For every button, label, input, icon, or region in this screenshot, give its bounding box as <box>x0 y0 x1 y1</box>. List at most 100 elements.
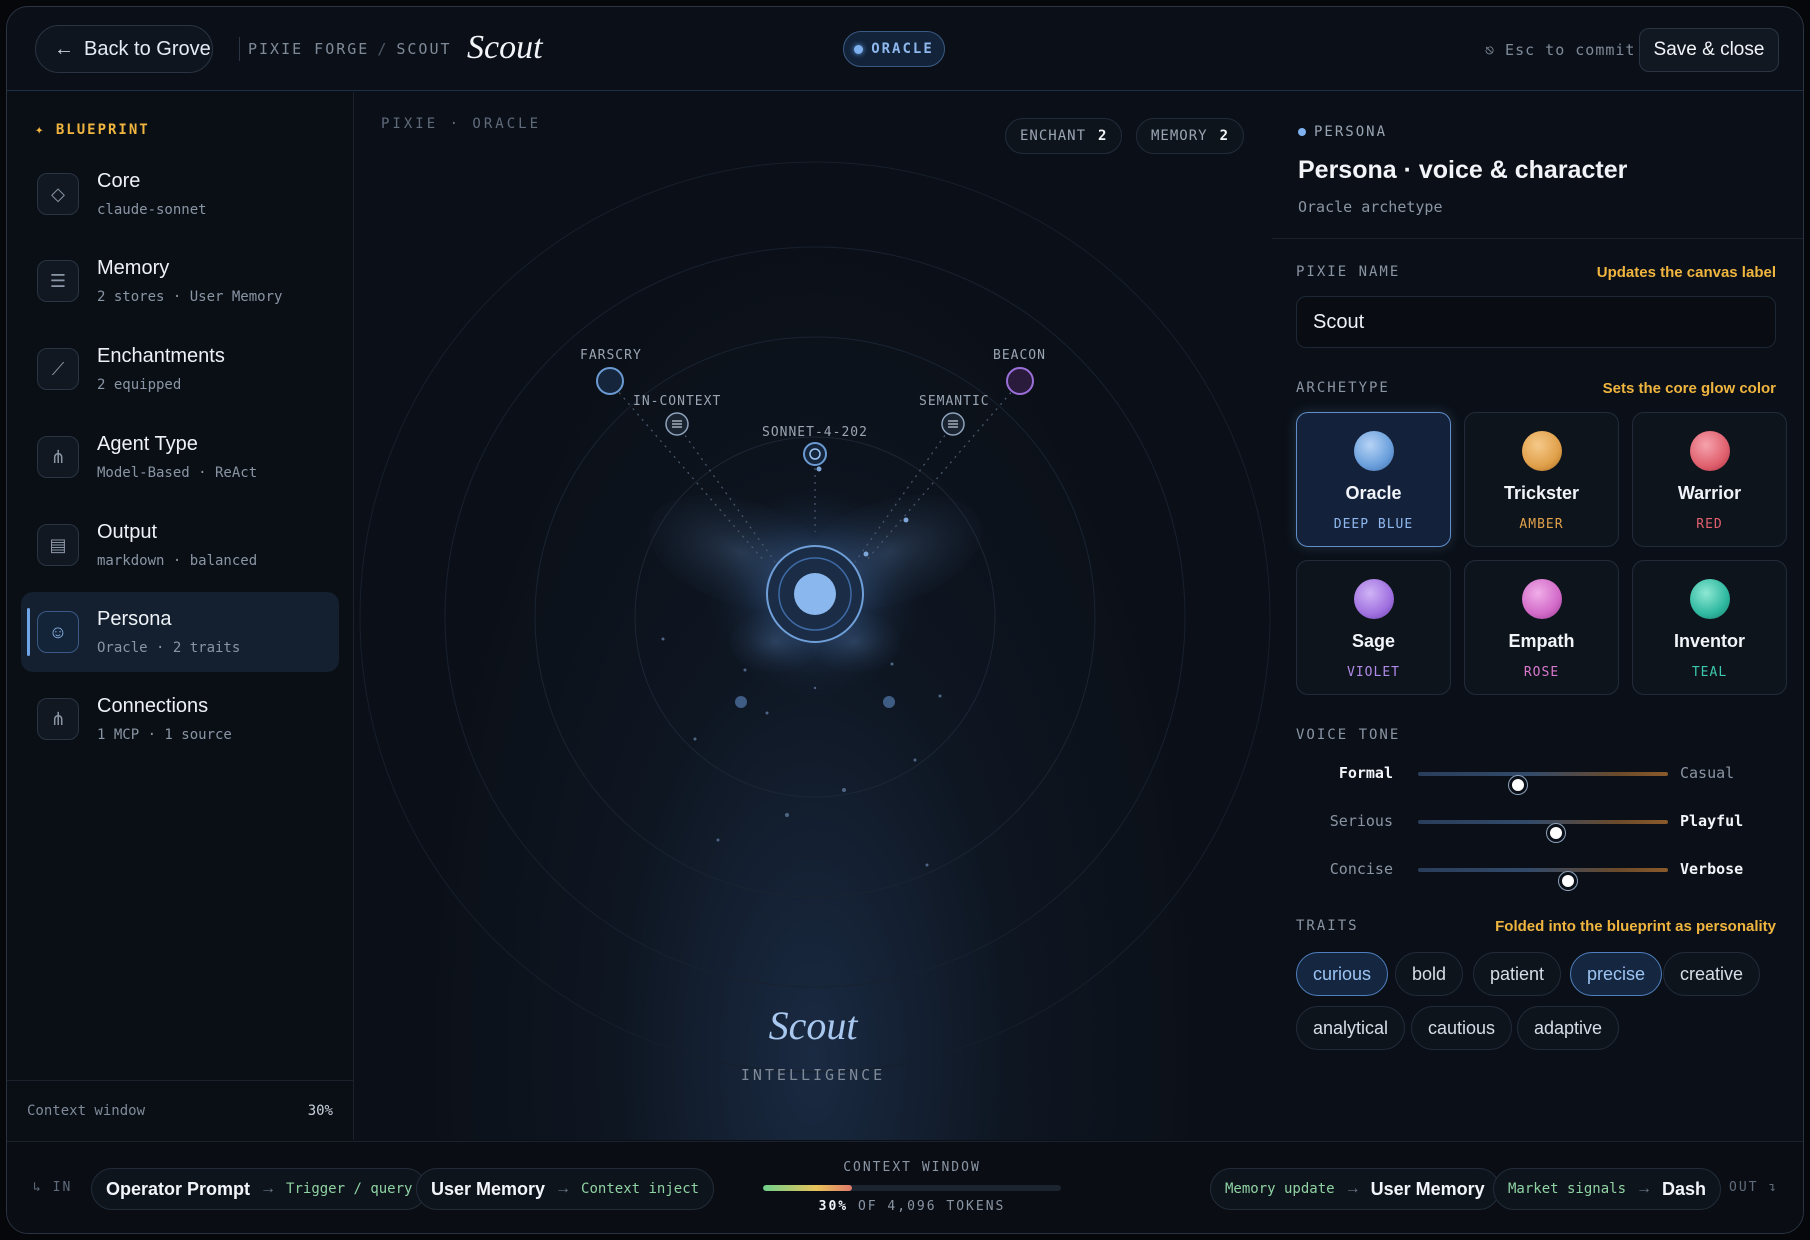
memory-chip[interactable]: MEMORY 2 <box>1136 118 1245 154</box>
context-window-label: CONTEXT WINDOW <box>843 1160 981 1175</box>
slider-knob[interactable] <box>1559 872 1577 890</box>
sidebar-item-title: Connections <box>97 695 209 717</box>
input-flow-user-memory[interactable]: User Memory → Context inject <box>416 1168 715 1210</box>
orb-icon <box>1690 431 1730 471</box>
sidebar-item-agent-type[interactable]: ⋔ Agent Type Model-Based · ReAct <box>21 417 339 497</box>
breadcrumb-item[interactable]: PIXIE FORGE <box>248 40 369 58</box>
archetype-card-trickster[interactable]: Trickster AMBER <box>1464 412 1619 547</box>
sidebar-item-title: Enchantments <box>97 345 225 367</box>
trait-chip-curious[interactable]: curious <box>1296 952 1389 996</box>
input-flow-operator-prompt[interactable]: Operator Prompt → Trigger / query <box>91 1168 428 1210</box>
sidebar-item-memory[interactable]: ☰ Memory 2 stores · User Memory <box>21 241 339 321</box>
save-close-button[interactable]: Save & close <box>1639 28 1779 72</box>
archetype-card-sage[interactable]: Sage VIOLET <box>1296 560 1451 695</box>
slider-track[interactable] <box>1418 820 1668 842</box>
sidebar-item-core[interactable]: ◇ Core claude-sonnet <box>21 154 339 234</box>
orb-icon <box>1354 431 1394 471</box>
sidebar-item-output[interactable]: ▤ Output markdown · balanced <box>21 505 339 585</box>
sidebar-item-connections[interactable]: ⋔ Connections 1 MCP · 1 source <box>21 679 339 759</box>
orb-icon <box>1522 579 1562 619</box>
chip-count: 2 <box>1219 128 1230 144</box>
sidebar-item-subtitle: 2 stores · User Memory <box>97 289 283 305</box>
sidebar-item-title: Persona <box>97 608 172 630</box>
tone-right-label: Casual <box>1680 764 1735 782</box>
trait-chip-adaptive[interactable]: adaptive <box>1517 1006 1620 1050</box>
arrow-right-icon: → <box>1344 1180 1361 1197</box>
branch-icon: ⋔ <box>37 436 79 478</box>
sidebar-item-title: Output <box>97 521 158 543</box>
blueprint-heading: ✦ BLUEPRINT <box>35 122 150 138</box>
beacon-node[interactable] <box>1006 367 1034 395</box>
flow-target: User Memory <box>1370 1178 1485 1199</box>
archetype-color: DEEP BLUE <box>1333 517 1414 532</box>
slider-knob[interactable] <box>1546 824 1565 842</box>
pixie-role-label: INTELLIGENCE <box>740 1066 886 1084</box>
tone-slider-formal-casual[interactable]: Formal Casual <box>1296 761 1776 794</box>
slider-track[interactable] <box>1418 772 1668 794</box>
archetype-card-oracle[interactable]: Oracle DEEP BLUE <box>1296 412 1451 547</box>
archetype-name: Warrior <box>1677 483 1742 503</box>
archetype-name: Inventor <box>1673 631 1745 651</box>
enchant-chip[interactable]: ENCHANT 2 <box>1005 118 1123 154</box>
context-tokens: 30% OF 4,096 TOKENS <box>818 1199 1006 1214</box>
page-title: Scout <box>467 29 543 66</box>
sidebar-item-enchantments[interactable]: ⟋ Enchantments 2 equipped <box>21 329 339 409</box>
flow-source: Market signals <box>1508 1181 1627 1197</box>
output-tag: OUT ↴ <box>1729 1180 1779 1195</box>
io-bar: ↳ IN Operator Prompt → Trigger / query U… <box>7 1141 1803 1233</box>
trait-chip-patient[interactable]: patient <box>1473 952 1562 996</box>
archetype-name: Empath <box>1508 631 1575 651</box>
farscry-node[interactable] <box>596 367 624 395</box>
archetype-color: ROSE <box>1523 665 1560 680</box>
back-button[interactable]: ← Back to Grove <box>35 25 213 73</box>
slider-track[interactable] <box>1418 868 1668 890</box>
pixie-name-input[interactable]: Scout <box>1296 296 1776 348</box>
breadcrumb: PIXIE FORGE / SCOUT <box>239 37 452 61</box>
tone-left-label: Formal <box>1338 764 1393 782</box>
slider-knob[interactable] <box>1509 776 1527 794</box>
flow-source: User Memory <box>431 1178 546 1199</box>
trait-chip-precise[interactable]: precise <box>1570 952 1663 996</box>
sidebar-item-subtitle: 1 MCP · 1 source <box>97 727 232 743</box>
trait-chip-creative[interactable]: creative <box>1663 952 1761 996</box>
orb-icon <box>1690 579 1730 619</box>
tone-right-label: Verbose <box>1680 860 1744 878</box>
trait-chip-bold[interactable]: bold <box>1395 952 1464 996</box>
context-progress-fill <box>763 1185 853 1191</box>
sidebar-item-persona[interactable]: ☺ Persona Oracle · 2 traits <box>21 592 339 672</box>
orb-icon <box>1522 431 1562 471</box>
back-label: Back to Grove <box>84 37 211 60</box>
model-node[interactable] <box>803 442 827 466</box>
memory-icon: ☰ <box>37 260 79 302</box>
archetype-card-empath[interactable]: Empath ROSE <box>1464 560 1619 695</box>
canvas-label: PIXIE · ORACLE <box>381 116 542 132</box>
panel-title: Persona · voice & character <box>1298 156 1628 184</box>
output-flow-memory-update[interactable]: Memory update → User Memory <box>1210 1168 1500 1210</box>
orb-icon <box>1354 579 1394 619</box>
breadcrumb-item[interactable]: SCOUT <box>396 40 451 58</box>
traits-note: Folded into the blueprint as personality <box>1495 918 1776 935</box>
tone-slider-serious-playful[interactable]: Serious Playful <box>1296 809 1776 842</box>
archetype-card-warrior[interactable]: Warrior RED <box>1632 412 1787 547</box>
sidebar-context-window: Context window 30% <box>7 1080 353 1140</box>
tone-slider-concise-verbose[interactable]: Concise Verbose <box>1296 857 1776 890</box>
chip-label: ENCHANT <box>1020 128 1087 144</box>
archetype-name: Trickster <box>1503 483 1580 503</box>
blueprint-sidebar: ✦ BLUEPRINT ◇ Core claude-sonnet ☰ Memor… <box>7 92 354 1140</box>
archetype-badge: ORACLE <box>843 31 945 67</box>
output-flow-market-signals[interactable]: Market signals → Dash <box>1493 1168 1722 1210</box>
app-window: ← Back to Grove PIXIE FORGE / SCOUT Scout … <box>6 6 1804 1234</box>
trait-chip-cautious[interactable]: cautious <box>1411 1006 1513 1050</box>
document-icon: ▤ <box>37 524 79 566</box>
sidebar-item-subtitle: Oracle · 2 traits <box>97 640 241 656</box>
tone-right-label: Playful <box>1680 812 1744 830</box>
pixie-canvas[interactable]: FARSCRY BEACON IN-CONTEXT SEMANTIC SONNE… <box>355 92 1271 1140</box>
status-dot-icon <box>854 44 864 54</box>
chip-count: 2 <box>1098 128 1108 144</box>
panel-tag: PERSONA <box>1298 124 1387 140</box>
pixie-name-label: Scout <box>768 1003 858 1048</box>
panel-subtitle: Oracle archetype <box>1298 198 1443 216</box>
archetype-card-inventor[interactable]: Inventor TEAL <box>1632 560 1787 695</box>
wand-icon: ⟋ <box>37 348 79 390</box>
trait-chip-analytical[interactable]: analytical <box>1296 1006 1406 1050</box>
